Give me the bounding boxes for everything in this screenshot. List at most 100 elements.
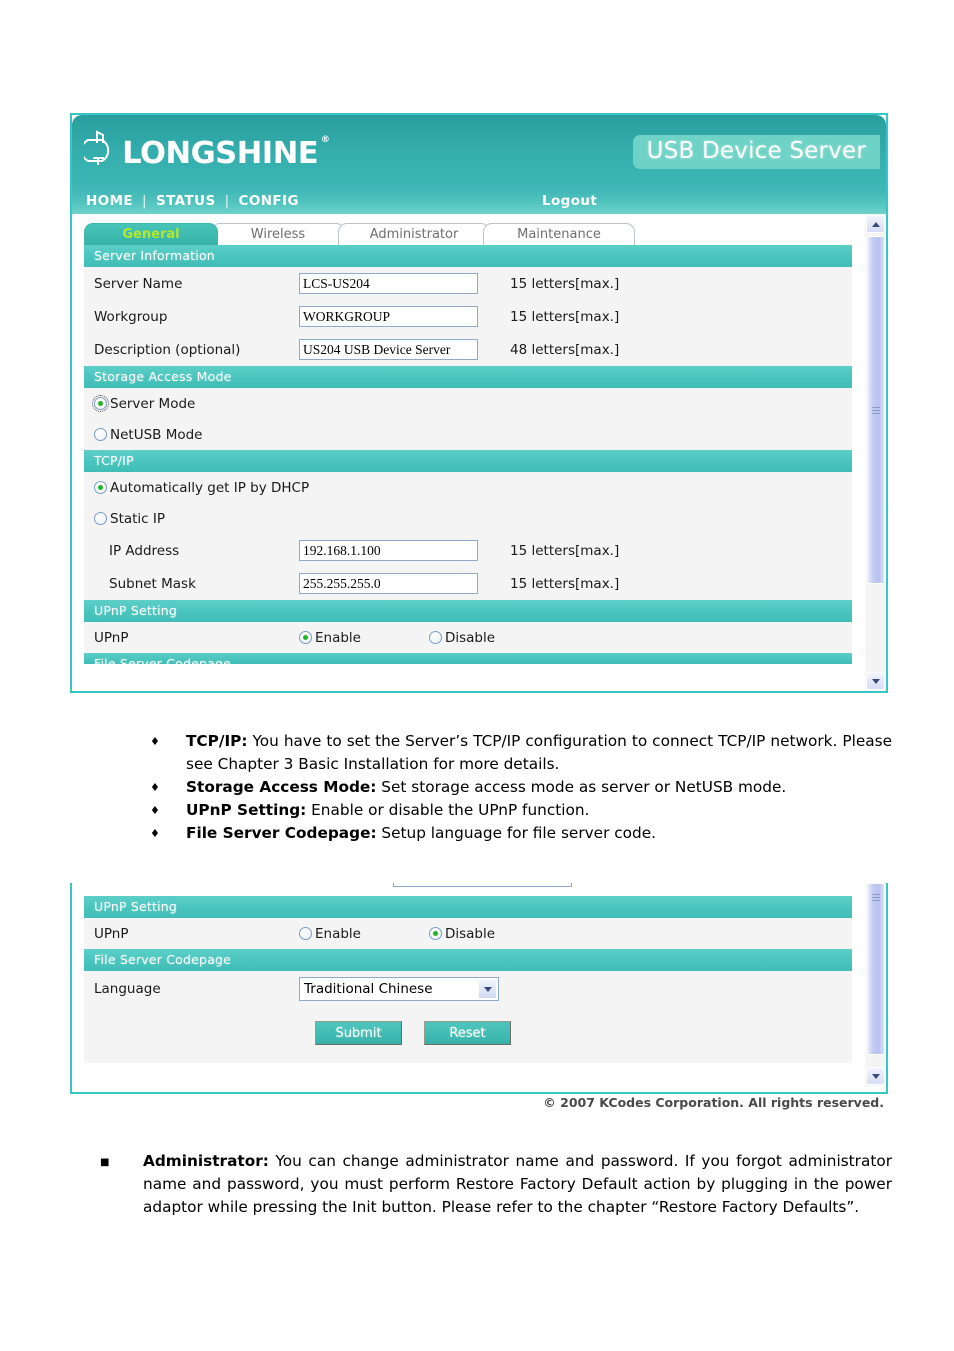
bullet-item-file-server-codepage: File Server Codepage: Setup language for… (140, 822, 892, 845)
radio-upnp-disable-bottom[interactable]: Disable (428, 925, 496, 942)
scrollbar-top[interactable] (864, 214, 886, 691)
document-page: LONGSHINE ® USB Device Server HOME | STAT… (0, 0, 954, 1351)
main-nav: HOME | STATUS | CONFIG Logout (72, 187, 886, 214)
radio-dot-upnp-enable-top-icon (299, 631, 312, 644)
radio-label-upnp-enable-top: Enable (315, 629, 361, 646)
brand-name-text: LONGSHINE (122, 136, 319, 171)
hint-server-name: 15 letters[max.] (510, 275, 620, 292)
radio-row-upnp-top: UPnP Enable Disable (84, 622, 852, 653)
server-information-fields: Server Name LCS-US204 15 letters[max.] W… (84, 267, 852, 366)
term-tcpip: TCP/IP: (186, 732, 248, 750)
label-ip-address: IP Address (109, 542, 180, 559)
radio-row-server-mode: Server Mode (84, 388, 852, 419)
label-upnp-top: UPnP (94, 629, 129, 646)
radio-dot-upnp-enable-bottom-icon (299, 927, 312, 940)
nav-item-home[interactable]: HOME (86, 193, 133, 209)
scroll-down-button-top[interactable] (866, 672, 885, 690)
scroll-grip-icon (871, 405, 880, 416)
input-subnet-mask[interactable]: 255.255.255.0 (299, 573, 478, 594)
scroll-thumb-top[interactable] (866, 236, 885, 584)
app-header: LONGSHINE ® USB Device Server (72, 115, 886, 187)
chevron-down-icon (871, 1073, 880, 1079)
chevron-up-icon (871, 221, 880, 227)
radio-dhcp[interactable]: Automatically get IP by DHCP (94, 480, 309, 496)
tab-administrator[interactable]: Administrator (338, 223, 490, 245)
radio-netusb-mode[interactable]: NetUSB Mode (94, 427, 202, 443)
bullet-list-bottom: Administrator: You can change administra… (100, 1150, 892, 1219)
radio-server-mode[interactable]: Server Mode (92, 395, 196, 412)
section-header-server-information: Server Information (84, 245, 852, 267)
term-file-server-codepage: File Server Codepage: (186, 824, 377, 842)
input-server-name[interactable]: LCS-US204 (299, 273, 478, 294)
label-server-name: Server Name (94, 275, 183, 292)
text-storage-access-mode: Set storage access mode as server or Net… (376, 778, 787, 796)
radio-static-ip[interactable]: Static IP (94, 511, 165, 527)
field-row-description: Description (optional) US204 USB Device … (84, 333, 852, 366)
copyright-footer: © 2007 KCodes Corporation. All rights re… (543, 1095, 884, 1110)
tcpip-settings: Automatically get IP by DHCP Static IP I… (84, 472, 852, 600)
radio-row-static-ip: Static IP (84, 503, 852, 534)
nav-item-logout[interactable]: Logout (542, 193, 597, 209)
scrollbar-bottom[interactable] (864, 883, 886, 1086)
label-description: Description (optional) (94, 341, 241, 358)
form-actions: Submit Reset (84, 1007, 742, 1063)
hint-ip-address: 15 letters[max.] (510, 542, 620, 559)
radio-label-server-mode: Server Mode (110, 395, 196, 412)
longshine-logo-icon (84, 130, 110, 165)
nav-item-status[interactable]: STATUS (156, 193, 216, 209)
submit-button[interactable]: Submit (315, 1021, 402, 1045)
input-description[interactable]: US204 USB Device Server (299, 339, 478, 360)
brand-name: LONGSHINE ® (122, 136, 330, 171)
scroll-grip-bottom-icon (871, 892, 880, 903)
radio-dot-upnp-disable-bottom-icon (428, 927, 442, 940)
hint-subnet-mask: 15 letters[max.] (510, 575, 620, 592)
settings-form-top: General Wireless Administrator Maintenan… (72, 214, 864, 691)
term-upnp-setting: UPnP Setting: (186, 801, 307, 819)
input-ip-address[interactable]: 192.168.1.100 (299, 540, 478, 561)
bullet-item-administrator: Administrator: You can change administra… (100, 1150, 892, 1219)
bullet-item-upnp-setting: UPnP Setting: Enable or disable the UPnP… (140, 799, 892, 822)
input-workgroup[interactable]: WORKGROUP (299, 306, 478, 327)
tab-maintenance[interactable]: Maintenance (483, 223, 635, 245)
nav-separator-2: | (224, 192, 230, 209)
radio-label-netusb-mode: NetUSB Mode (110, 426, 203, 443)
tab-general[interactable]: General (84, 223, 218, 245)
reset-button[interactable]: Reset (424, 1021, 511, 1045)
text-tcpip: You have to set the Server’s TCP/IP conf… (186, 732, 892, 773)
radio-dot-netusb-mode-icon (94, 428, 107, 441)
field-row-workgroup: Workgroup WORKGROUP 15 letters[max.] (84, 300, 852, 333)
radio-upnp-enable-bottom[interactable]: Enable (299, 926, 361, 942)
scroll-up-button-top[interactable] (866, 215, 885, 233)
clipped-field-region (72, 883, 864, 896)
panel-body-top: General Wireless Administrator Maintenan… (72, 214, 886, 691)
select-language-value: Traditional Chinese (304, 981, 433, 997)
section-header-storage-access-mode: Storage Access Mode (84, 366, 852, 388)
screenshot-panel-bottom: UPnP Setting UPnP Enable Disable File Se… (70, 883, 888, 1094)
panel-body-bottom: UPnP Setting UPnP Enable Disable File Se… (72, 883, 886, 1086)
product-badge: USB Device Server (632, 135, 880, 169)
input-partial-cutoff[interactable] (393, 883, 572, 887)
label-subnet-mask: Subnet Mask (109, 575, 196, 592)
scroll-thumb-bottom[interactable] (866, 883, 885, 1055)
hint-workgroup: 15 letters[max.] (510, 308, 620, 325)
settings-form-bottom: UPnP Setting UPnP Enable Disable File Se… (72, 883, 864, 1086)
scroll-down-button-bottom[interactable] (866, 1067, 885, 1085)
section-header-upnp-setting-bottom: UPnP Setting (84, 896, 852, 918)
nav-item-config[interactable]: CONFIG (239, 193, 299, 209)
term-storage-access-mode: Storage Access Mode: (186, 778, 377, 796)
radio-dot-dhcp-icon (94, 481, 107, 494)
brand-logo: LONGSHINE ® (84, 129, 330, 171)
nav-separator-1: | (142, 192, 147, 209)
field-row-language: Language Traditional Chinese (84, 971, 852, 1007)
radio-row-upnp-bottom: UPnP Enable Disable (84, 918, 852, 949)
radio-upnp-enable-top[interactable]: Enable (299, 630, 361, 646)
radio-label-upnp-disable-bottom: Disable (444, 925, 496, 942)
radio-dot-server-mode-icon (92, 395, 109, 412)
tab-wireless[interactable]: Wireless (211, 223, 345, 245)
hint-description: 48 letters[max.] (510, 341, 620, 358)
radio-dot-static-ip-icon (94, 512, 107, 525)
term-administrator: Administrator: (143, 1152, 269, 1170)
select-language[interactable]: Traditional Chinese (299, 977, 499, 1001)
chevron-down-icon[interactable] (478, 979, 497, 999)
radio-upnp-disable-top[interactable]: Disable (428, 630, 495, 646)
